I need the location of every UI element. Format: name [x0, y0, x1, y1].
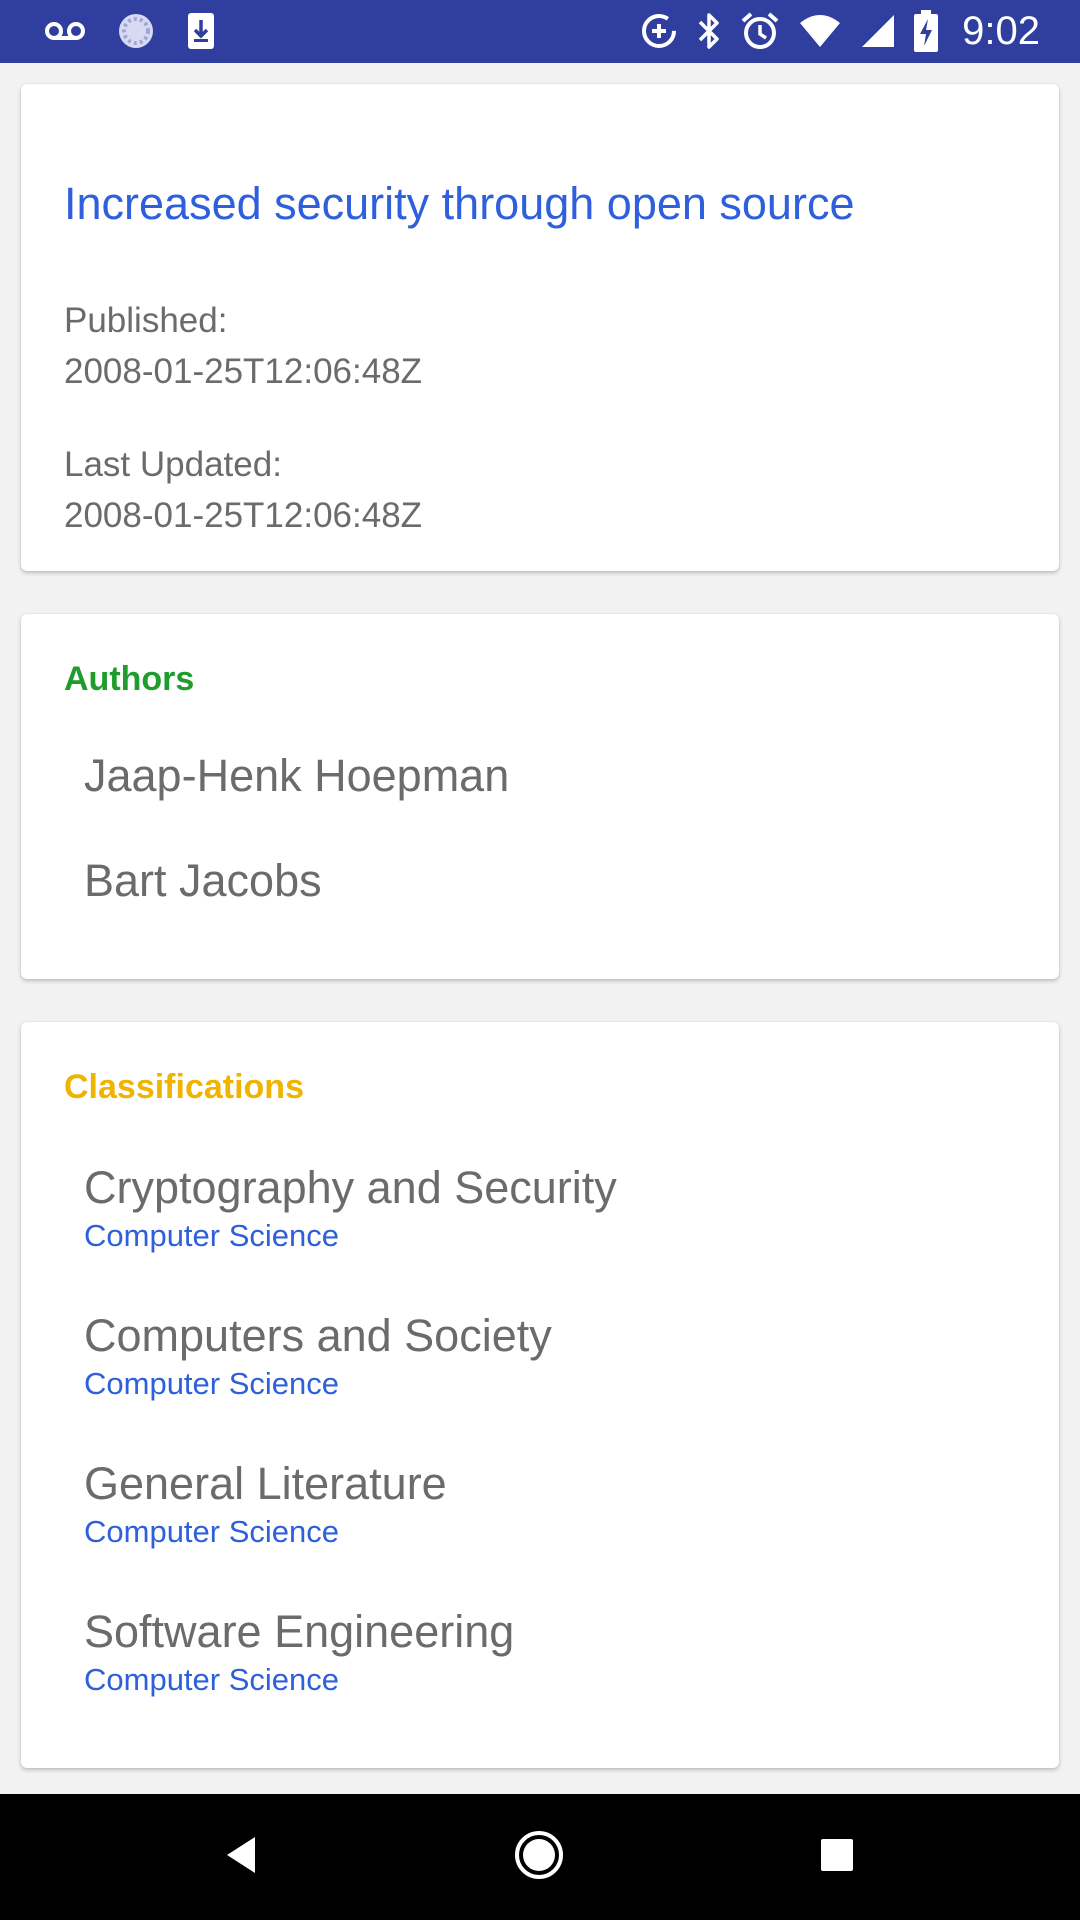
recents-button[interactable] — [807, 1827, 867, 1887]
status-time: 9:02 — [962, 8, 1040, 53]
classification-name: General Literature — [84, 1458, 447, 1509]
classification-category: Computer Science — [84, 1514, 340, 1549]
last-updated-label: Last Updated: — [64, 445, 282, 484]
published-value: 2008-01-25T12:06:48Z — [64, 352, 423, 391]
back-icon — [223, 1835, 259, 1880]
classification-category: Computer Science — [84, 1366, 340, 1401]
bluetooth-icon — [696, 11, 722, 51]
classification-item[interactable]: Cryptography and Security Computer Scien… — [84, 1162, 617, 1256]
back-button[interactable] — [211, 1827, 271, 1887]
classification-category: Computer Science — [84, 1662, 340, 1697]
classification-category: Computer Science — [84, 1218, 340, 1253]
home-icon — [513, 1829, 565, 1886]
classification-name: Computers and Society — [84, 1310, 552, 1361]
paper-title: Increased security through open source — [64, 178, 855, 229]
wifi-icon — [798, 13, 842, 49]
download-icon — [186, 11, 216, 51]
last-updated-value: 2008-01-25T12:06:48Z — [64, 496, 423, 535]
classifications-card: Classifications Cryptography and Securit… — [21, 1022, 1059, 1768]
classification-item[interactable]: General Literature Computer Science — [84, 1458, 447, 1552]
classification-name: Software Engineering — [84, 1606, 515, 1657]
paper-detail-content[interactable]: Increased security through open source P… — [0, 63, 1080, 1794]
battery-charging-icon — [914, 10, 939, 52]
home-button[interactable] — [509, 1827, 569, 1887]
alarm-icon — [740, 11, 780, 51]
classification-name: Cryptography and Security — [84, 1162, 617, 1213]
signal-icon — [860, 13, 896, 49]
status-bar: 9:02 — [0, 0, 1080, 63]
data-saver-icon — [640, 12, 678, 50]
published-label: Published: — [64, 301, 228, 340]
authors-heading: Authors — [64, 660, 195, 698]
paper-info-card: Increased security through open source P… — [21, 84, 1059, 571]
navigation-bar — [0, 1794, 1080, 1920]
author-item[interactable]: Bart Jacobs — [84, 855, 322, 907]
author-item[interactable]: Jaap-Henk Hoepman — [84, 750, 509, 802]
classification-item[interactable]: Computers and Society Computer Science — [84, 1310, 552, 1404]
classification-item[interactable]: Software Engineering Computer Science — [84, 1606, 514, 1700]
sync-icon — [116, 11, 156, 51]
voicemail-icon — [44, 20, 86, 42]
authors-card: Authors Jaap-Henk Hoepman Bart Jacobs — [21, 614, 1059, 979]
classifications-heading: Classifications — [64, 1068, 304, 1106]
recents-icon — [819, 1837, 855, 1878]
